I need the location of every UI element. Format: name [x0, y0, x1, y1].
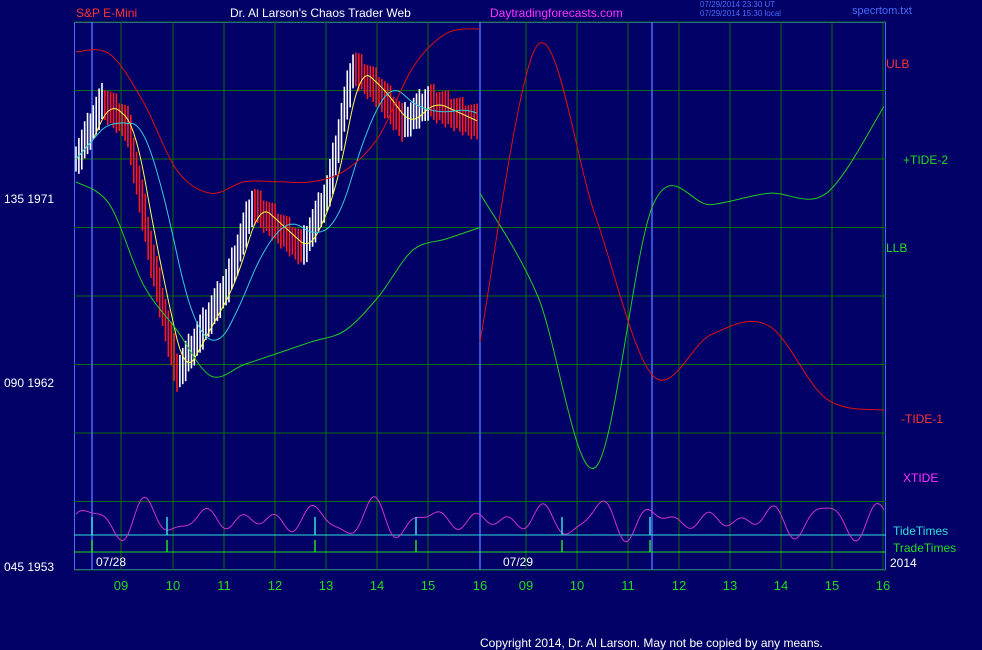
chart-canvas: 09 10 11 12 13 14 15 16 09 10 11 12 13 14 15 16 — [74, 21, 890, 593]
timestamp-ut: 07/29/2014 23:30 UT — [700, 0, 776, 9]
llb-label: LLB — [886, 241, 908, 255]
x-tick-label: 14 — [774, 578, 788, 593]
xtide-label: XTIDE — [903, 471, 939, 485]
x-tick-label: 09 — [519, 578, 533, 593]
x-tick-label: 10 — [166, 578, 180, 593]
x-tick-label: 13 — [319, 578, 333, 593]
tradetimes-label: TradeTimes — [893, 541, 957, 555]
author-title: Dr. Al Larson's Chaos Trader Web — [230, 6, 411, 20]
tidetimes-label: TideTimes — [893, 524, 949, 538]
tide2-line — [479, 106, 885, 469]
x-tick-label: 16 — [876, 578, 890, 593]
y-label-1962: 090 1962 — [4, 376, 55, 390]
year-label: 2014 — [890, 556, 917, 570]
y-label-1953: 045 1953 — [4, 560, 55, 574]
x-tick-label: 11 — [217, 578, 231, 593]
ulb-label: ULB — [886, 57, 910, 71]
x-tick-label: 10 — [570, 578, 584, 593]
date-label-0729: 07/29 — [503, 555, 534, 569]
tide1-line — [479, 42, 885, 411]
copyright-notice: Copyright 2014, Dr. Al Larson. May not b… — [480, 636, 823, 650]
x-tick-label: 13 — [723, 578, 737, 593]
tide2-label: +TIDE-2 — [903, 153, 949, 167]
tide1-label: -TIDE-1 — [901, 412, 943, 426]
spec-file-label: specrtom.txt — [852, 5, 912, 17]
x-tick-label: 15 — [421, 578, 435, 593]
x-tick-label: 12 — [672, 578, 686, 593]
x-tick-label: 09 — [114, 578, 128, 593]
x-tick-label: 16 — [473, 578, 487, 593]
x-tick-label: 12 — [268, 578, 282, 593]
ma-fast-line — [75, 74, 478, 364]
timestamp-local: 07/29/2014 15:30 local — [700, 9, 781, 18]
site-link[interactable]: Daytradingforecasts.com — [490, 6, 623, 20]
x-tick-label: 14 — [370, 578, 384, 593]
symbol-label: S&P E-Mini — [76, 6, 138, 20]
y-label-1971: 135 1971 — [4, 192, 55, 206]
x-tick-label: 11 — [621, 578, 635, 593]
date-label-0728: 07/28 — [96, 555, 127, 569]
llb-line — [75, 181, 481, 378]
x-tick-label: 15 — [825, 578, 839, 593]
